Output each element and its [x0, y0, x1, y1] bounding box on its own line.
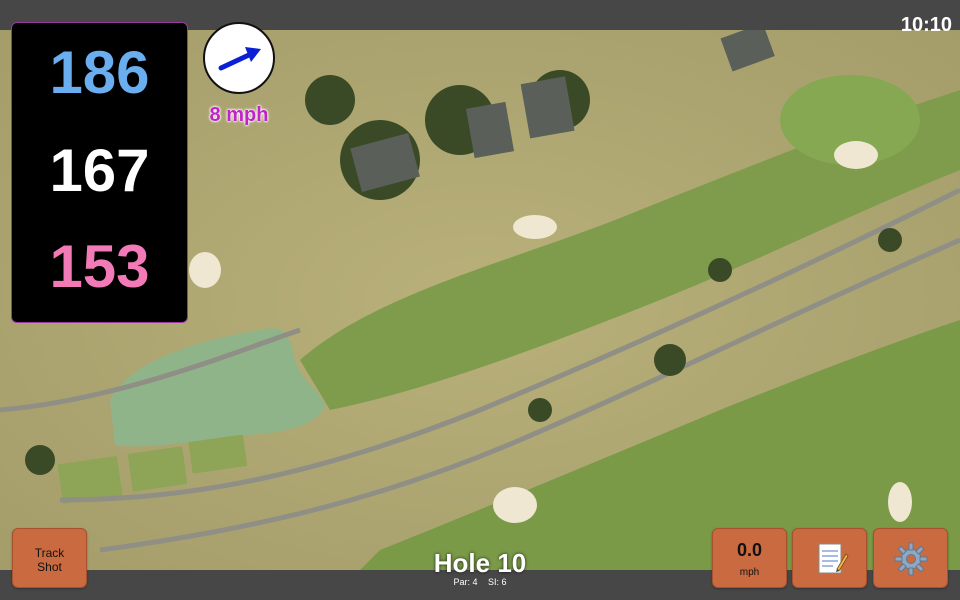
- hole-title: Hole 10: [433, 548, 527, 578]
- track-shot-label-line1: Track: [34, 546, 65, 560]
- yardage-panel: 186 167 153: [11, 22, 188, 323]
- gear-icon: [894, 542, 928, 576]
- notes-button[interactable]: [792, 528, 867, 588]
- hole-stroke-index: SI: 6: [488, 577, 507, 587]
- front-yardage: 153: [49, 233, 150, 300]
- back-yardage: 186: [49, 39, 150, 106]
- wind-speed-label: 8 mph: [209, 104, 269, 126]
- speed-unit: mph: [739, 567, 760, 578]
- speed-button[interactable]: 0.0 mph: [712, 528, 787, 588]
- speed-value: 0.0: [736, 540, 763, 560]
- track-shot-button[interactable]: Track Shot: [12, 528, 87, 588]
- wind-indicator: [203, 22, 275, 94]
- hole-par: Par: 4: [453, 577, 478, 587]
- hole-meta: Par: 4 SI: 6: [380, 577, 580, 587]
- settings-button[interactable]: [873, 528, 948, 588]
- wind-direction-arrow-icon: [218, 47, 261, 71]
- notepad-icon: [818, 543, 849, 574]
- status-clock: 10:10: [900, 14, 952, 36]
- middle-yardage: 167: [49, 137, 150, 204]
- track-shot-label-line2: Shot: [37, 560, 62, 574]
